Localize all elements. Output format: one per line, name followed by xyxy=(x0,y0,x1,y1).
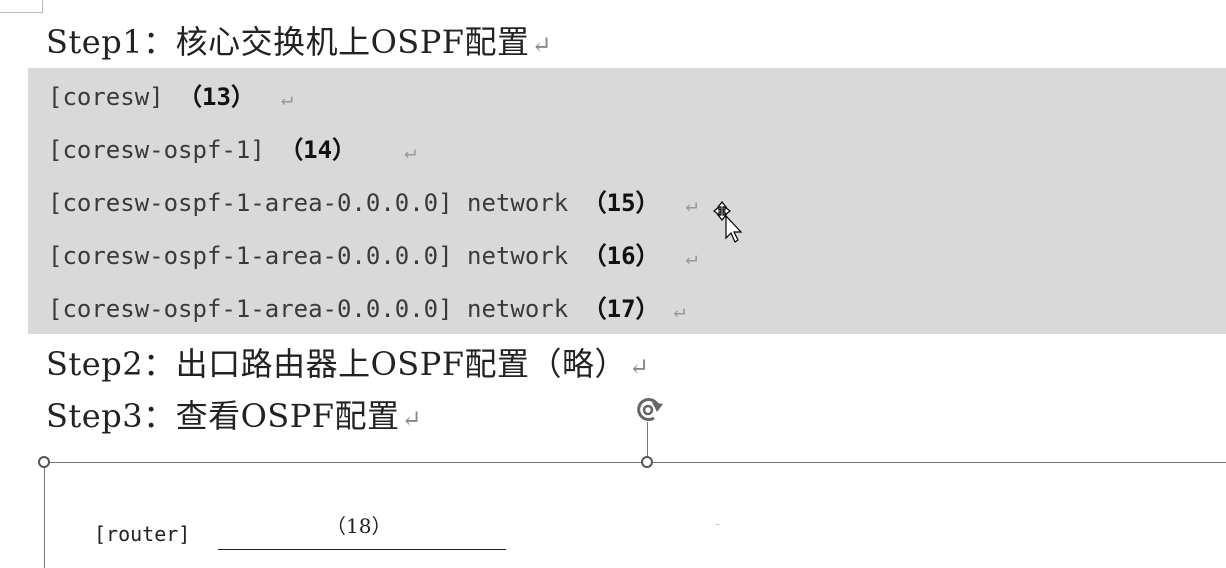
blank-number: （13） xyxy=(178,83,255,111)
fill-in-blank-line xyxy=(218,549,506,550)
mouse-cursor-icon xyxy=(713,201,743,243)
paragraph-mark: ↵ xyxy=(404,139,417,163)
blank-number: （15） xyxy=(582,189,660,217)
page-corner-mark xyxy=(0,0,43,13)
resize-handle-top-left[interactable] xyxy=(38,456,50,468)
step1-heading: Step1：核心交换机上OSPF配置↵ xyxy=(46,22,552,65)
code-prefix: [coresw] xyxy=(48,83,179,111)
router-prompt: [router] xyxy=(94,522,191,546)
textbox-border-left xyxy=(44,462,45,568)
step3-heading: Step3：查看OSPF配置↵ xyxy=(46,396,422,439)
blank-number: （17） xyxy=(582,295,660,323)
paragraph-mark: ↵ xyxy=(628,353,650,381)
code-line: [coresw] （13） ↵ xyxy=(48,82,293,113)
step2-text: Step2：出口路由器上OSPF配置（略） xyxy=(46,345,627,383)
blank-number: （16） xyxy=(582,242,660,270)
paragraph-mark: ↵ xyxy=(401,405,423,433)
resize-handle-top-middle[interactable] xyxy=(641,456,653,468)
code-prefix: [coresw-ospf-1] xyxy=(48,136,280,164)
code-line: [coresw-ospf-1-area-0.0.0.0] network （16… xyxy=(48,241,698,272)
code-prefix: [coresw-ospf-1-area-0.0.0.0] network xyxy=(48,189,583,217)
router-blank-number: （18） xyxy=(326,514,392,538)
textbox-border-top xyxy=(44,462,1226,463)
code-line: [coresw-ospf-1-area-0.0.0.0] network （17… xyxy=(48,294,686,325)
paragraph-mark: ↵ xyxy=(685,192,698,216)
step2-heading: Step2：出口路由器上OSPF配置（略）↵ xyxy=(46,344,650,387)
blank-number: （14） xyxy=(279,136,357,164)
step1-text: Step1：核心交换机上OSPF配置 xyxy=(46,23,530,61)
code-block[interactable]: [coresw] （13） ↵ [coresw-ospf-1] （14） ↵ [co… xyxy=(28,68,1226,334)
paragraph-mark: ↵ xyxy=(280,86,293,110)
code-line: [coresw-ospf-1-area-0.0.0.0] network （15… xyxy=(48,188,698,219)
paragraph-mark: ↵ xyxy=(531,31,553,59)
paragraph-mark: ↵ xyxy=(673,298,686,322)
code-prefix: [coresw-ospf-1-area-0.0.0.0] network xyxy=(48,295,583,323)
scan-speck xyxy=(716,524,719,525)
code-prefix: [coresw-ospf-1-area-0.0.0.0] network xyxy=(48,242,583,270)
code-line: [coresw-ospf-1] （14） ↵ xyxy=(48,135,416,166)
rotate-handle-icon[interactable] xyxy=(630,392,666,426)
paragraph-mark: ↵ xyxy=(685,245,698,269)
step3-text: Step3：查看OSPF配置 xyxy=(46,397,400,435)
